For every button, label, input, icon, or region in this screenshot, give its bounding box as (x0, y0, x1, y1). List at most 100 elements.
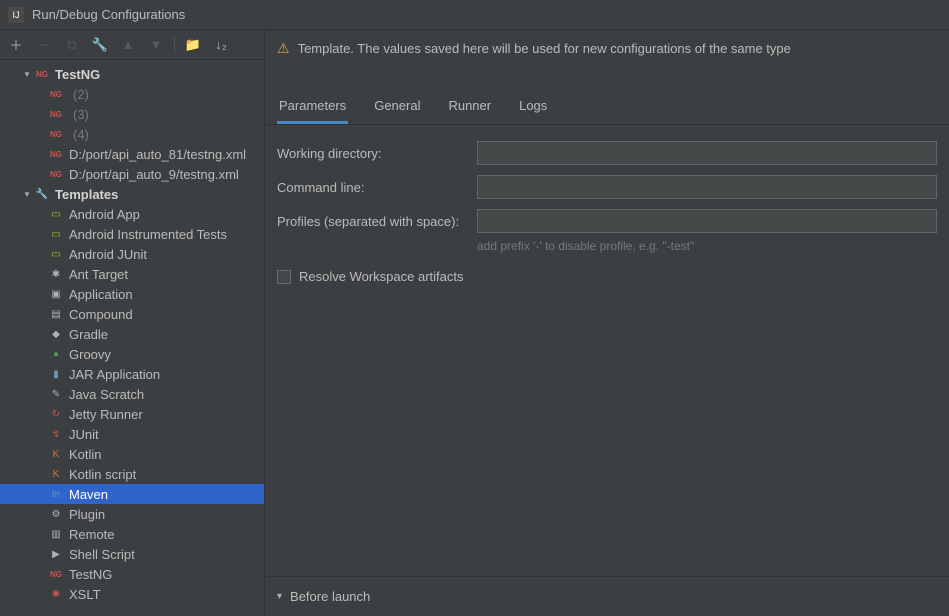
tree-item-default[interactable]: NG(2) (0, 84, 264, 104)
compound-icon: ▤ (48, 306, 64, 322)
template-item-remote[interactable]: ▥Remote (0, 524, 264, 544)
template-item-application[interactable]: ▣ Application (0, 284, 264, 304)
copy-button[interactable]: ⧉ (62, 35, 82, 55)
xslt-icon: ✱ (48, 586, 64, 602)
profiles-label: Profiles (separated with space): (277, 214, 477, 229)
testng-icon: NG (48, 146, 64, 162)
profiles-hint: add prefix '-' to disable profile, e.g. … (477, 239, 937, 253)
tree-item-path[interactable]: NGD:/port/api_auto_81/testng.xml (0, 144, 264, 164)
item-label: Ant Target (69, 267, 128, 282)
add-button[interactable]: ＋ (6, 35, 26, 55)
kotlin-icon: K (48, 446, 64, 462)
sort-button[interactable]: ↓₂ (211, 35, 231, 55)
separator (174, 36, 175, 54)
template-item-kotlin-script[interactable]: KKotlin script (0, 464, 264, 484)
template-item-jetty-runner[interactable]: ↻Jetty Runner (0, 404, 264, 424)
spacer (265, 300, 949, 576)
testng-icon: NG (48, 106, 64, 122)
config-tree[interactable]: ▾ NG TestNG NG(2)NG(3)NG(4) NGD:/port/ap… (0, 60, 264, 616)
template-item-gradle[interactable]: ◆Gradle (0, 324, 264, 344)
item-label: Android Instrumented Tests (69, 227, 227, 242)
tree-item-path[interactable]: NG D:/port/api_auto_9/testng.xml (0, 164, 264, 184)
application-icon: ▣ (48, 286, 64, 302)
tree-item-default[interactable]: NG (3) (0, 104, 264, 124)
item-label: JUnit (69, 427, 99, 442)
template-item-jar-application[interactable]: ▮ JAR Application (0, 364, 264, 384)
settings-button[interactable]: 🔧 (90, 35, 110, 55)
testng-icon: NG (48, 126, 64, 142)
testng-icon: NG (34, 66, 50, 82)
tab-logs[interactable]: Logs (517, 92, 549, 124)
item-label: Android JUnit (69, 247, 147, 262)
template-item-junit[interactable]: ↯JUnit (0, 424, 264, 444)
up-button[interactable]: ▲ (118, 35, 138, 55)
tree-group-testng[interactable]: ▾ NG TestNG (0, 64, 264, 84)
maven-icon: m (48, 486, 64, 502)
item-label: Application (69, 287, 133, 302)
tab-parameters[interactable]: Parameters (277, 92, 348, 124)
tab-bar: Parameters General Runner Logs (265, 92, 949, 125)
item-label: TestNG (69, 567, 112, 582)
before-launch-section[interactable]: ▾ Before launch (265, 576, 949, 616)
row-working-directory: Working directory: (277, 141, 937, 165)
row-resolve-artifacts[interactable]: Resolve Workspace artifacts (277, 269, 937, 284)
item-label: Shell Script (69, 547, 135, 562)
tab-runner[interactable]: Runner (446, 92, 493, 124)
groovy-icon: ● (48, 346, 64, 362)
item-label: Android App (69, 207, 140, 222)
template-item-java-scratch[interactable]: ✎Java Scratch (0, 384, 264, 404)
jar-icon: ▮ (48, 366, 64, 382)
testng-icon: NG (48, 566, 64, 582)
testng-icon: NG (48, 166, 64, 182)
template-item-android-app[interactable]: ▭Android App (0, 204, 264, 224)
titlebar: IJ Run/Debug Configurations (0, 0, 949, 30)
group-label: TestNG (55, 67, 100, 82)
item-label: D:/port/api_auto_9/testng.xml (69, 167, 239, 182)
template-item-compound[interactable]: ▤Compound (0, 304, 264, 324)
scratch-icon: ✎ (48, 386, 64, 402)
template-item-maven[interactable]: m Maven (0, 484, 264, 504)
chevron-down-icon: ▾ (20, 189, 34, 200)
template-item-ant-target[interactable]: ✱Ant Target (0, 264, 264, 284)
item-count: (3) (73, 107, 89, 122)
tree-group-templates[interactable]: ▾ 🔧 Templates (0, 184, 264, 204)
kotlin-icon: K (48, 466, 64, 482)
window-title: Run/Debug Configurations (32, 7, 185, 22)
down-button[interactable]: ▼ (146, 35, 166, 55)
template-item-testng[interactable]: NG TestNG (0, 564, 264, 584)
template-item-xslt[interactable]: ✱XSLT (0, 584, 264, 604)
template-item-plugin[interactable]: ⚙ Plugin (0, 504, 264, 524)
folder-button[interactable]: 📁 (183, 35, 203, 55)
item-count: (4) (73, 127, 89, 142)
chevron-down-icon: ▾ (20, 69, 34, 80)
remove-button[interactable]: － (34, 35, 54, 55)
template-item-android-instrumented-tests[interactable]: ▭Android Instrumented Tests (0, 224, 264, 244)
template-item-kotlin[interactable]: KKotlin (0, 444, 264, 464)
warning-icon: ⚠ (277, 40, 290, 57)
item-label: Maven (69, 487, 108, 502)
before-launch-label: Before launch (290, 589, 370, 604)
template-item-android-junit[interactable]: ▭ Android JUnit (0, 244, 264, 264)
remote-icon: ▥ (48, 526, 64, 542)
resolve-checkbox[interactable] (277, 270, 291, 284)
dialog-body: ＋ － ⧉ 🔧 ▲ ▼ 📁 ↓₂ ▾ NG TestNG NG(2)NG(3)N… (0, 30, 949, 616)
plugin-icon: ⚙ (48, 506, 64, 522)
row-command-line: Command line: (277, 175, 937, 199)
android-junit-icon: ▭ (48, 246, 64, 262)
item-label: Plugin (69, 507, 105, 522)
item-label: Groovy (69, 347, 111, 362)
banner-text: Template. The values saved here will be … (298, 41, 791, 56)
template-item-groovy[interactable]: ● Groovy (0, 344, 264, 364)
template-banner: ⚠ Template. The values saved here will b… (265, 30, 949, 67)
tree-item-default[interactable]: NG (4) (0, 124, 264, 144)
template-item-shell-script[interactable]: ▶Shell Script (0, 544, 264, 564)
row-profiles: Profiles (separated with space): (277, 209, 937, 233)
workdir-input[interactable] (477, 141, 937, 165)
cmdline-input[interactable] (477, 175, 937, 199)
parameters-form: Working directory: Command line: Profile… (265, 125, 949, 300)
chevron-down-icon: ▾ (277, 591, 282, 602)
tab-general[interactable]: General (372, 92, 422, 124)
workdir-label: Working directory: (277, 146, 477, 161)
item-label: JAR Application (69, 367, 160, 382)
profiles-input[interactable] (477, 209, 937, 233)
